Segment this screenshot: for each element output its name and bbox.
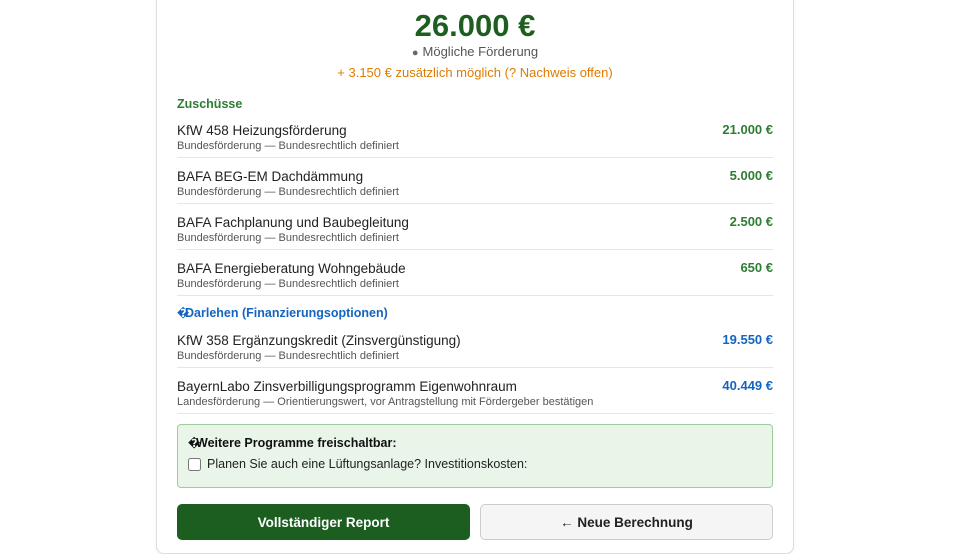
list-item: BAFA BEG-EM Dachdämmung Bundesförderung … [177,158,773,204]
program-amount: 650 € [740,260,773,275]
result-content: 26.000 € ● Mögliche Förderung + 3.150 € z… [177,0,773,540]
program-description: Bundesförderung — Bundesrechtlich defini… [177,350,399,362]
program-name: KfW 458 Heizungsförderung [177,123,347,138]
loans-list: KfW 358 Ergänzungskredit (Zinsvergünstig… [177,322,773,414]
program-amount: 2.500 € [729,214,773,229]
program-amount: 19.550 € [722,332,773,347]
action-buttons: Vollständiger Report ← Neue Berechnung [177,504,773,540]
program-name: BayernLabo Zinsverbilligungsprogramm Eig… [177,379,517,394]
full-report-button[interactable]: Vollständiger Report [177,504,470,540]
new-calculation-button[interactable]: ← Neue Berechnung [480,504,773,540]
unlock-box: �Weitere Programme freischaltbar: Planen… [177,424,773,488]
missing-glyph-icon: � [188,438,201,450]
program-amount: 5.000 € [729,168,773,183]
unlock-title-text: Weitere Programme freischaltbar: [196,436,397,450]
total-label: ● Mögliche Förderung [177,44,773,61]
program-description: Bundesförderung — Bundesrechtlich defini… [177,232,399,244]
loans-heading: �Darlehen (Finanzierungsoptionen) [177,305,773,322]
unlock-title: �Weitere Programme freischaltbar: [188,435,762,452]
total-label-text: Mögliche Förderung [422,44,539,59]
program-description: Bundesförderung — Bundesrechtlich defini… [177,186,399,198]
list-item: BAFA Fachplanung und Baubegleitung Bunde… [177,204,773,250]
grants-list: KfW 458 Heizungsförderung Bundesförderun… [177,112,773,296]
list-item: KfW 458 Heizungsförderung Bundesförderun… [177,112,773,158]
additional-potential: + 3.150 € zusätzlich möglich (? Nachweis… [337,65,613,80]
program-name: KfW 358 Ergänzungskredit (Zinsvergünstig… [177,333,461,348]
loans-heading-text: Darlehen (Finanzierungsoptionen) [185,306,388,320]
ventilation-option[interactable]: Planen Sie auch eine Lüftungsanlage? Inv… [188,457,762,471]
program-description: Bundesförderung — Bundesrechtlich defini… [177,140,399,152]
bullet-icon: ● [411,47,419,59]
program-name: BAFA Energieberatung Wohngebäude [177,261,406,276]
list-item: BayernLabo Zinsverbilligungsprogramm Eig… [177,368,773,414]
program-amount: 40.449 € [722,378,773,393]
list-item: KfW 358 Ergänzungskredit (Zinsvergünstig… [177,322,773,368]
ventilation-checkbox[interactable] [188,457,201,471]
program-description: Bundesförderung — Bundesrechtlich defini… [177,278,399,290]
result-card: 26.000 € ● Mögliche Förderung + 3.150 € z… [156,0,794,554]
total-amount: 26.000 € [414,8,536,43]
program-name: BAFA Fachplanung und Baubegleitung [177,215,409,230]
ventilation-option-label: Planen Sie auch eine Lüftungsanlage? Inv… [207,457,528,471]
program-description: Landesförderung — Orientierungswert, vor… [177,396,594,408]
list-item: BAFA Energieberatung Wohngebäude Bundesf… [177,250,773,296]
grants-heading: Zuschüsse [177,97,243,111]
program-name: BAFA BEG-EM Dachdämmung [177,169,364,184]
program-amount: 21.000 € [722,122,773,137]
missing-glyph-icon: � [177,308,190,320]
